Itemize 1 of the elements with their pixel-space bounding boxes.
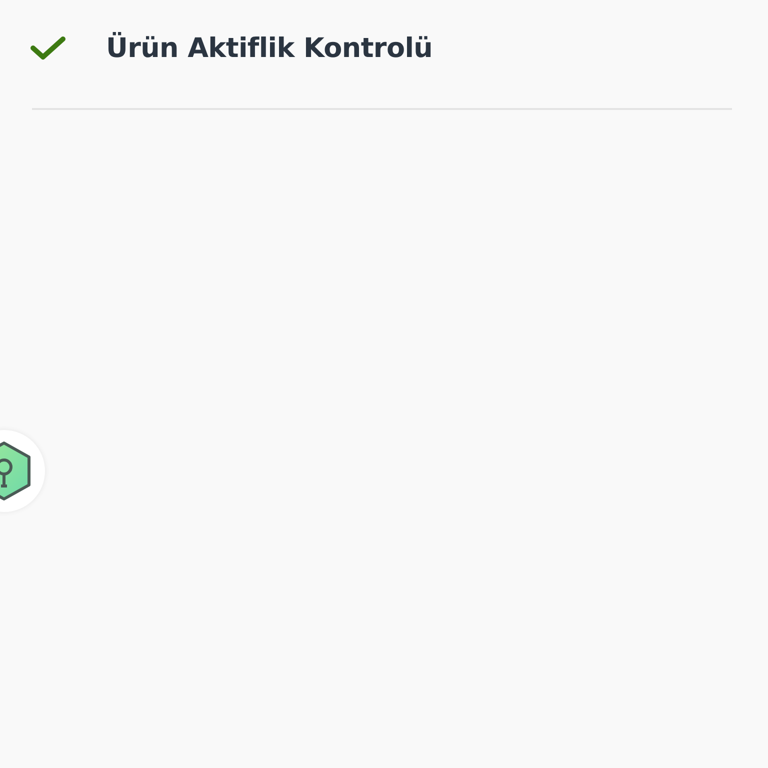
page-title: Ürün Aktiflik Kontrolü <box>106 32 433 64</box>
